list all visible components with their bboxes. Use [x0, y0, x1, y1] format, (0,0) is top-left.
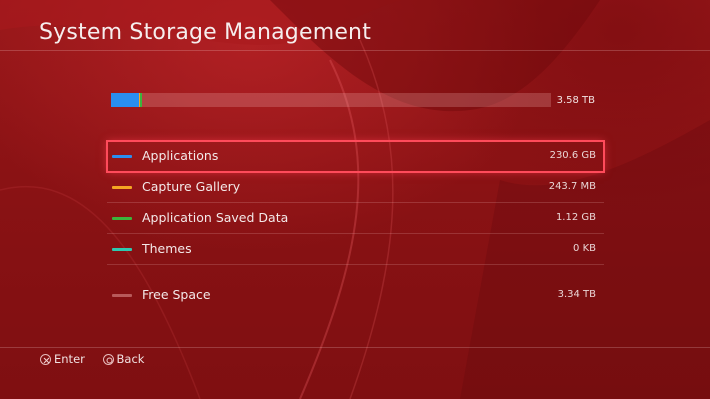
themes-color-swatch: [112, 248, 132, 251]
applications-color-swatch: [112, 155, 132, 158]
button-hints: Enter Back: [40, 352, 158, 368]
storage-row-applications[interactable]: Applications 230.6 GB: [106, 140, 605, 173]
storage-row-label: Capture Gallery: [142, 179, 241, 194]
storage-total: 3.58 TB: [556, 95, 595, 106]
circle-button-icon: [102, 353, 114, 365]
storage-row-size: 0 KB: [573, 243, 596, 254]
footer-divider: [0, 347, 710, 348]
storage-row-capture-gallery[interactable]: Capture Gallery 243.7 MB: [107, 172, 604, 203]
saved-data-color-swatch: [112, 217, 132, 220]
storage-row-size: 230.6 GB: [549, 150, 596, 161]
storage-category-list: Applications 230.6 GB Capture Gallery 24…: [106, 140, 605, 265]
storage-row-label: Application Saved Data: [142, 210, 289, 225]
free-space-size: 3.34 TB: [557, 289, 596, 300]
storage-row-size: 243.7 MB: [548, 181, 596, 192]
free-space-label: Free Space: [142, 287, 211, 302]
header-divider: [0, 50, 710, 51]
storage-bar-applications: [111, 93, 139, 107]
storage-row-size: 1.12 GB: [555, 212, 596, 223]
storage-usage-bar: [111, 93, 551, 107]
enter-hint-label: Enter: [54, 352, 85, 366]
storage-row-label: Themes: [142, 241, 192, 256]
free-space-color-swatch: [112, 294, 132, 297]
enter-hint: Enter: [40, 352, 85, 366]
capture-gallery-color-swatch: [112, 186, 132, 189]
storage-row-saved-data[interactable]: Application Saved Data 1.12 GB: [107, 203, 604, 234]
storage-row-themes[interactable]: Themes 0 KB: [107, 234, 604, 265]
back-hint: Back: [102, 352, 145, 366]
free-space-row: Free Space 3.34 TB: [107, 280, 604, 311]
cross-button-icon: [40, 353, 51, 365]
storage-row-label: Applications: [142, 148, 219, 163]
storage-bar-saved-data: [140, 93, 142, 107]
page-title: System Storage Management: [39, 20, 372, 45]
back-hint-label: Back: [116, 352, 145, 366]
